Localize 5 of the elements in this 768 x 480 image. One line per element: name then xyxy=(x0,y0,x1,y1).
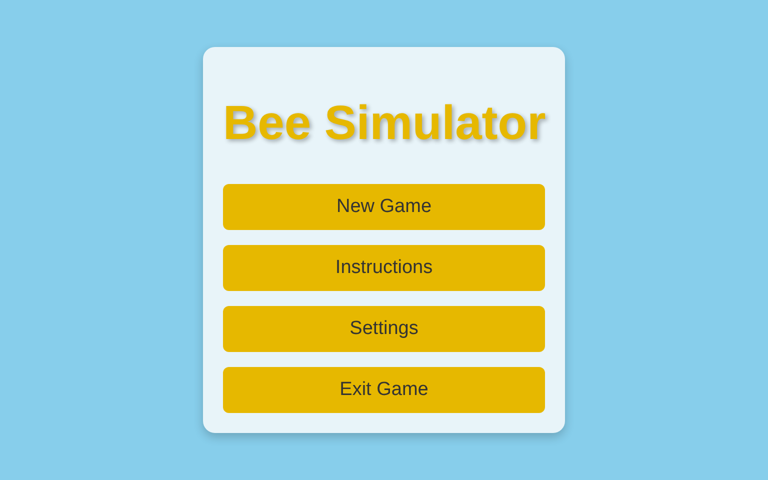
menu-button[interactable]: Instructions xyxy=(223,245,545,291)
menu-button[interactable]: Exit Game xyxy=(223,367,545,413)
menu-button[interactable]: Settings xyxy=(223,306,545,352)
menu-button[interactable]: New Game xyxy=(223,184,545,230)
game-title: Bee Simulator xyxy=(223,96,545,152)
